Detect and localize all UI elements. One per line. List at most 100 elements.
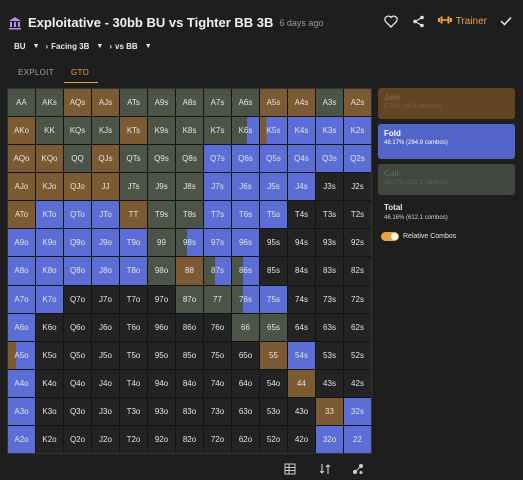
hand-cell[interactable]: J9s bbox=[148, 173, 175, 201]
hand-cell[interactable]: Q3o bbox=[64, 397, 91, 425]
hand-cell[interactable]: 83s bbox=[316, 257, 343, 285]
hand-cell[interactable]: J5o bbox=[92, 341, 119, 369]
hand-cell[interactable]: K7o bbox=[36, 285, 63, 313]
hand-cell[interactable]: Q2s bbox=[344, 145, 371, 173]
hand-cell[interactable]: J8s bbox=[176, 173, 203, 201]
hand-cell[interactable]: AJo bbox=[8, 173, 35, 201]
hand-cell[interactable]: 73o bbox=[204, 397, 231, 425]
hand-cell[interactable]: T2o bbox=[120, 425, 147, 453]
hand-cell[interactable]: QQ bbox=[64, 145, 91, 173]
hand-cell[interactable]: J8o bbox=[92, 257, 119, 285]
hand-cell[interactable]: 95s bbox=[260, 229, 287, 257]
hand-cell[interactable]: A8s bbox=[176, 89, 203, 117]
hand-cell[interactable]: 94s bbox=[288, 229, 315, 257]
hand-cell[interactable]: 92s bbox=[344, 229, 371, 257]
breadcrumb-opponent[interactable]: › vs BB ▼ bbox=[109, 42, 151, 51]
hand-cell[interactable]: 96o bbox=[148, 313, 175, 341]
hand-cell[interactable]: Q5o bbox=[64, 341, 91, 369]
hand-cell[interactable]: 92o bbox=[148, 425, 175, 453]
hand-cell[interactable]: 96s bbox=[232, 229, 259, 257]
hand-cell[interactable]: 98o bbox=[148, 257, 175, 285]
sort-icon[interactable] bbox=[319, 462, 331, 474]
hand-cell[interactable]: 74o bbox=[204, 369, 231, 397]
hand-cell[interactable]: K9o bbox=[36, 229, 63, 257]
hand-cell[interactable]: K6s bbox=[232, 117, 259, 145]
trainer-button[interactable]: Trainer bbox=[437, 14, 487, 29]
hand-cell[interactable]: 73s bbox=[316, 285, 343, 313]
hand-cell[interactable]: J4o bbox=[92, 369, 119, 397]
hand-cell[interactable]: AKo bbox=[8, 117, 35, 145]
hand-cell[interactable]: A7s bbox=[204, 89, 231, 117]
hand-cell[interactable]: 83o bbox=[176, 397, 203, 425]
hand-cell[interactable]: T4s bbox=[288, 201, 315, 229]
hand-cell[interactable]: 85s bbox=[260, 257, 287, 285]
hand-cell[interactable]: K8s bbox=[176, 117, 203, 145]
hand-cell[interactable]: K2o bbox=[36, 425, 63, 453]
breadcrumb-action[interactable]: › Facing 3B ▼ bbox=[46, 42, 104, 51]
hand-cell[interactable]: A4o bbox=[8, 369, 35, 397]
hand-cell[interactable]: AQo bbox=[8, 145, 35, 173]
hand-cell[interactable]: QJo bbox=[64, 173, 91, 201]
hand-cell[interactable]: J9o bbox=[92, 229, 119, 257]
hand-cell[interactable]: 66 bbox=[232, 313, 259, 341]
hand-cell[interactable]: QTs bbox=[120, 145, 147, 173]
hand-cell[interactable]: 32s bbox=[344, 397, 371, 425]
hand-cell[interactable]: 52o bbox=[260, 425, 287, 453]
hand-cell[interactable]: A2o bbox=[8, 425, 35, 453]
table-view-icon[interactable] bbox=[284, 462, 296, 475]
hand-cell[interactable]: 82s bbox=[344, 257, 371, 285]
hand-cell[interactable]: 86o bbox=[176, 313, 203, 341]
hand-cell[interactable]: T6o bbox=[120, 313, 147, 341]
hand-cell[interactable]: Q8o bbox=[64, 257, 91, 285]
hand-cell[interactable]: J3o bbox=[92, 397, 119, 425]
hand-cell[interactable]: 75s bbox=[260, 285, 287, 313]
hand-cell[interactable]: 33 bbox=[316, 397, 343, 425]
hand-cell[interactable]: J2s bbox=[344, 173, 371, 201]
hand-cell[interactable]: K5o bbox=[36, 341, 63, 369]
hand-cell[interactable]: 84s bbox=[288, 257, 315, 285]
hand-cell[interactable]: AQs bbox=[64, 89, 91, 117]
hand-cell[interactable]: T7s bbox=[204, 201, 231, 229]
favorite-heart-icon[interactable] bbox=[382, 12, 400, 30]
hand-cell[interactable]: 75o bbox=[204, 341, 231, 369]
hand-cell[interactable]: QTo bbox=[64, 201, 91, 229]
hand-cell[interactable]: Q7o bbox=[64, 285, 91, 313]
hand-cell[interactable]: Q6s bbox=[232, 145, 259, 173]
hand-cell[interactable]: 63o bbox=[232, 397, 259, 425]
hand-cell[interactable]: T4o bbox=[120, 369, 147, 397]
hand-cell[interactable]: 99 bbox=[148, 229, 175, 257]
hand-cell[interactable]: ATs bbox=[120, 89, 147, 117]
breadcrumb-position[interactable]: BU ▼ bbox=[14, 42, 40, 51]
hand-cell[interactable]: T2s bbox=[344, 201, 371, 229]
hand-cell[interactable]: 54s bbox=[288, 341, 315, 369]
hand-cell[interactable]: A5o bbox=[8, 341, 35, 369]
hand-cell[interactable]: Q4s bbox=[288, 145, 315, 173]
hand-cell[interactable]: T5s bbox=[260, 201, 287, 229]
graph-nodes-icon[interactable] bbox=[352, 462, 364, 474]
hand-cell[interactable]: T7o bbox=[120, 285, 147, 313]
hand-cell[interactable]: K2s bbox=[344, 117, 371, 145]
hand-cell[interactable]: A4s bbox=[288, 89, 315, 117]
hand-cell[interactable]: 65o bbox=[232, 341, 259, 369]
hand-cell[interactable]: 64o bbox=[232, 369, 259, 397]
hand-cell[interactable]: A2s bbox=[344, 89, 371, 117]
hand-cell[interactable]: 43s bbox=[316, 369, 343, 397]
hand-cell[interactable]: JTs bbox=[120, 173, 147, 201]
hand-cell[interactable]: JTo bbox=[92, 201, 119, 229]
hand-cell[interactable]: 87o bbox=[176, 285, 203, 313]
hand-cell[interactable]: 43o bbox=[288, 397, 315, 425]
hand-cell[interactable]: K9s bbox=[148, 117, 175, 145]
hand-cell[interactable]: Q7s bbox=[204, 145, 231, 173]
hand-cell[interactable]: A3s bbox=[316, 89, 343, 117]
hand-cell[interactable]: 72o bbox=[204, 425, 231, 453]
hand-cell[interactable]: 63s bbox=[316, 313, 343, 341]
hand-cell[interactable]: QJs bbox=[92, 145, 119, 173]
hand-cell[interactable]: KJs bbox=[92, 117, 119, 145]
hand-cell[interactable]: A7o bbox=[8, 285, 35, 313]
hand-cell[interactable]: 42o bbox=[288, 425, 315, 453]
hand-cell[interactable]: JJ bbox=[92, 173, 119, 201]
hand-cell[interactable]: T3o bbox=[120, 397, 147, 425]
share-icon[interactable] bbox=[410, 12, 428, 30]
hand-cell[interactable]: TT bbox=[120, 201, 147, 229]
hand-cell[interactable]: 84o bbox=[176, 369, 203, 397]
